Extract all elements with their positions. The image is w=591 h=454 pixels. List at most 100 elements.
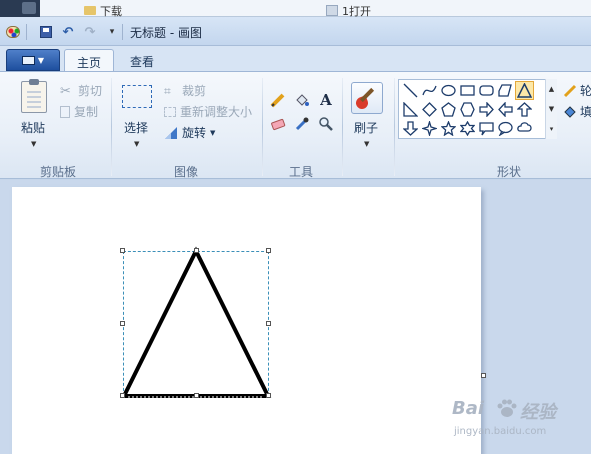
canvas-resize-handle-right[interactable] (481, 373, 486, 378)
group-label-clipboard: 剪贴板 (40, 165, 77, 179)
watermark-brand: Bai (452, 398, 485, 419)
pencil-icon[interactable] (268, 90, 288, 110)
polygon-shape-icon[interactable] (496, 81, 515, 100)
taskbar-tile (0, 0, 40, 17)
five-point-star-shape-icon[interactable] (439, 119, 458, 138)
rounded-rectangle-shape-icon[interactable] (477, 81, 496, 100)
background-window-strip: 下载 1打开 (0, 0, 591, 18)
six-point-star-shape-icon[interactable] (458, 119, 477, 138)
resize-icon (164, 106, 176, 117)
chevron-down-icon[interactable]: ▼ (134, 140, 139, 148)
group-divider (342, 78, 343, 176)
group-divider (394, 78, 395, 176)
watermark-url: jingyan.baidu.com (454, 426, 547, 437)
select-rectangle-icon[interactable] (122, 85, 152, 108)
paste-button[interactable]: 粘贴 (21, 119, 45, 136)
rect-callout-shape-icon[interactable] (477, 119, 496, 138)
resize-handle-bottom-left[interactable] (120, 393, 125, 398)
save-icon[interactable] (38, 24, 54, 40)
fill-bucket-icon[interactable] (292, 90, 312, 110)
group-divider (111, 78, 112, 176)
select-button[interactable]: 选择 (124, 119, 148, 136)
cut-label: 剪切 (78, 84, 103, 98)
resize-handle-top[interactable] (194, 248, 199, 253)
text-tool-icon[interactable]: A (316, 90, 336, 110)
copy-label: 复制 (74, 105, 99, 119)
brushes-button[interactable]: 刷子 (354, 119, 378, 136)
outline-label: 轮 (580, 84, 591, 98)
ribbon-panel: 粘贴 ▼ ✂ 剪切 复制 剪贴板 选择 ▼ ⌗ 裁剪 重新调整大小 旋转 ▼ 图… (0, 71, 591, 179)
crop-icon: ⌗ (164, 83, 171, 98)
right-triangle-shape-icon[interactable] (401, 100, 420, 119)
crop-button[interactable]: ⌗ 裁剪 (164, 82, 206, 99)
window-title: 无标题 - 画图 (130, 26, 202, 40)
resize-label: 重新调整大小 (180, 105, 253, 119)
oval-shape-icon[interactable] (439, 81, 458, 100)
left-arrow-shape-icon[interactable] (496, 100, 515, 119)
copy-icon (60, 105, 70, 118)
folder-icon (84, 6, 96, 15)
chevron-down-icon[interactable]: ▼ (364, 140, 369, 148)
rotate-icon (164, 126, 178, 140)
tab-home[interactable]: 主页 (64, 49, 115, 72)
down-arrow-shape-icon[interactable] (401, 119, 420, 138)
group-label-shapes: 形状 (497, 165, 522, 179)
shape-selection-box[interactable] (123, 251, 269, 396)
file-icon (326, 5, 338, 16)
undo-icon[interactable]: ↶ (60, 24, 76, 40)
rotate-button[interactable]: 旋转 ▼ (164, 124, 215, 141)
crop-label: 裁剪 (182, 84, 207, 98)
right-arrow-shape-icon[interactable] (477, 100, 496, 119)
magnifier-icon[interactable] (316, 114, 336, 134)
brush-icon[interactable] (351, 82, 383, 114)
document-icon (21, 55, 35, 65)
up-arrow-shape-icon[interactable] (515, 100, 534, 119)
group-label-image: 图像 (174, 165, 199, 179)
diamond-shape-icon[interactable] (420, 100, 439, 119)
four-point-star-shape-icon[interactable] (420, 119, 439, 138)
clipboard-icon[interactable] (21, 79, 47, 113)
chevron-down-icon: ▼ (37, 55, 45, 65)
paw-logo-icon (497, 399, 517, 417)
scissors-icon: ✂ (60, 83, 71, 99)
resize-handle-bottom[interactable] (194, 393, 199, 398)
pentagon-shape-icon[interactable] (439, 100, 458, 119)
resize-handle-right[interactable] (266, 321, 271, 326)
baidu-watermark: Bai 经验 jingyan.baidu.com (452, 398, 591, 438)
chevron-down-icon: ▼ (210, 128, 216, 137)
cloud-callout-shape-icon[interactable] (515, 119, 534, 138)
cut-button[interactable]: ✂ 剪切 (60, 82, 102, 99)
resize-handle-bottom-right[interactable] (266, 393, 271, 398)
curve-shape-icon[interactable] (420, 81, 439, 100)
paint-app-icon[interactable] (5, 24, 21, 40)
customize-quick-access-icon[interactable]: ▾ (104, 24, 120, 40)
gallery-expand-icon[interactable]: ▾ (546, 119, 557, 139)
eraser-icon[interactable] (268, 114, 288, 134)
resize-button[interactable]: 重新调整大小 (164, 103, 252, 120)
resize-handle-top-left[interactable] (120, 248, 125, 253)
tab-view[interactable]: 查看 (118, 49, 166, 72)
quick-access-divider (26, 24, 27, 40)
outline-button[interactable]: 轮 (563, 82, 591, 99)
resize-handle-top-right[interactable] (266, 248, 271, 253)
shapes-gallery-scrollbar[interactable]: ▲ ▼ ▾ (545, 79, 557, 139)
resize-handle-left[interactable] (120, 321, 125, 326)
redo-icon[interactable]: ↷ (82, 24, 98, 40)
copy-button[interactable]: 复制 (60, 103, 98, 120)
color-picker-icon[interactable] (292, 114, 312, 134)
scroll-up-icon[interactable]: ▲ (546, 79, 557, 99)
oval-callout-shape-icon[interactable] (496, 119, 515, 138)
rotate-label: 旋转 (182, 126, 207, 140)
ribbon-tabs: ▼ 主页 查看 (0, 46, 591, 72)
outline-pen-icon (563, 84, 577, 98)
triangle-shape-icon[interactable] (515, 81, 534, 100)
fill-button[interactable]: 填 (563, 103, 591, 120)
hexagon-shape-icon[interactable] (458, 100, 477, 119)
shapes-gallery (398, 79, 557, 139)
paint-menu-button[interactable]: ▼ (6, 49, 60, 71)
line-shape-icon[interactable] (401, 81, 420, 100)
watermark-brand-suffix: 经验 (520, 402, 556, 423)
scroll-down-icon[interactable]: ▼ (546, 99, 557, 119)
chevron-down-icon[interactable]: ▼ (31, 140, 36, 148)
rectangle-shape-icon[interactable] (458, 81, 477, 100)
